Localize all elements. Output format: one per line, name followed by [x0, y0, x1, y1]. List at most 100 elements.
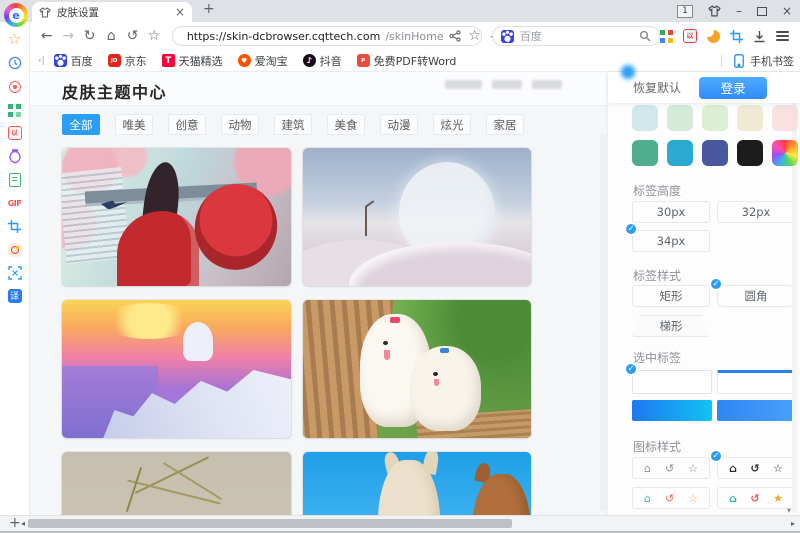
- minimize-button[interactable]: –: [736, 5, 742, 17]
- maximize-button[interactable]: [757, 7, 767, 16]
- close-window-button[interactable]: ×: [782, 5, 792, 17]
- browser-tab[interactable]: 皮肤设置 ×: [32, 2, 192, 22]
- icon-style-color-bold[interactable]: ⌂ ↺ ★: [717, 487, 795, 509]
- bookmark-jd[interactable]: JD京东: [108, 53, 147, 69]
- swatch[interactable]: [737, 105, 763, 131]
- theme-card-kimono-girl[interactable]: [62, 148, 291, 286]
- tab-aesthetic[interactable]: 唯美: [115, 114, 153, 135]
- night-mode-icon[interactable]: [707, 30, 720, 43]
- menu-icon[interactable]: [776, 31, 789, 41]
- reload-button[interactable]: ↻: [79, 29, 100, 43]
- browser-logo[interactable]: e: [4, 3, 28, 27]
- favorites-icon[interactable]: ☆: [7, 32, 22, 47]
- tab-home[interactable]: 家居: [486, 114, 524, 135]
- swatch[interactable]: [667, 105, 693, 131]
- sidebar-add-button[interactable]: +: [9, 515, 21, 531]
- translate-icon[interactable]: 译: [8, 289, 22, 303]
- crop-tool-icon[interactable]: [7, 219, 22, 234]
- tab-food[interactable]: 美食: [327, 114, 365, 135]
- selected-tab-style-topline[interactable]: [717, 370, 795, 394]
- bookmark-pdf2word[interactable]: P免费PDF转Word: [357, 53, 457, 69]
- forward-button[interactable]: →: [57, 29, 78, 43]
- option-30px[interactable]: 30px: [632, 201, 710, 223]
- swatch[interactable]: [772, 105, 798, 131]
- page-title: 皮肤主题中心: [62, 79, 167, 103]
- undo-icon: ↺: [665, 493, 674, 504]
- theme-card-puppies[interactable]: [303, 300, 531, 438]
- option-trapezoid[interactable]: 梯形: [632, 315, 710, 337]
- check-badge-icon-style: ✓: [709, 449, 723, 463]
- tab-close-icon[interactable]: ×: [175, 5, 185, 19]
- theme-card-desert-moon[interactable]: [303, 148, 531, 286]
- home-button[interactable]: ⌂: [100, 29, 121, 43]
- swatch-black[interactable]: [737, 140, 763, 166]
- swatch-green[interactable]: [632, 140, 658, 166]
- notes-icon[interactable]: [7, 172, 22, 187]
- option-34px[interactable]: 34px: [632, 230, 710, 252]
- ghost-pill: [492, 80, 522, 89]
- bookmark-page-icon[interactable]: ☆: [468, 29, 482, 43]
- bookmark-aitaobao[interactable]: ♥爱淘宝: [238, 53, 288, 69]
- scroll-left-arrow[interactable]: ◂: [21, 519, 25, 528]
- swatch[interactable]: [632, 105, 658, 131]
- tab-glow[interactable]: 炫光: [433, 114, 471, 135]
- option-32px[interactable]: 32px: [717, 201, 795, 223]
- restore-default-button[interactable]: 恢复默认: [633, 79, 681, 96]
- bookmark-douyin[interactable]: ♪抖音: [303, 53, 342, 69]
- address-bar[interactable]: https://skin-dcbrowser.cqttech.com/skinH…: [172, 26, 482, 46]
- icon-style-thin[interactable]: ⌂ ↺ ☆: [632, 457, 710, 479]
- login-button[interactable]: 登录: [699, 77, 767, 99]
- pdf-tool-icon[interactable]: 以: [683, 29, 697, 43]
- apps-icon[interactable]: [7, 103, 22, 118]
- theme-card-santorini[interactable]: [62, 300, 291, 438]
- option-rectangle[interactable]: 矩形: [632, 285, 710, 307]
- selected-tab-style-white[interactable]: [632, 370, 712, 394]
- phone-bookmarks[interactable]: 手机书签: [721, 53, 800, 69]
- scroll-right-arrow[interactable]: ▸: [791, 519, 795, 528]
- search-box[interactable]: 百度: [492, 26, 660, 46]
- bookmark-baidu[interactable]: 百度: [54, 53, 93, 69]
- selected-tab-style-gradient[interactable]: [632, 400, 712, 421]
- scan-icon[interactable]: [7, 265, 22, 280]
- tab-anime[interactable]: 动漫: [380, 114, 418, 135]
- icon-style-bold[interactable]: ⌂ ↺ ☆: [717, 457, 795, 479]
- option-rounded[interactable]: 圆角: [717, 285, 795, 307]
- share-icon[interactable]: [449, 30, 461, 42]
- swatch-rainbow[interactable]: [772, 140, 798, 166]
- swatch-indigo[interactable]: [702, 140, 728, 166]
- skin-theme-icon[interactable]: [708, 5, 721, 17]
- gif-tool-icon[interactable]: GIF: [7, 196, 22, 211]
- tab-architecture[interactable]: 建筑: [274, 114, 312, 135]
- download-icon[interactable]: [753, 30, 766, 43]
- swatch[interactable]: [702, 105, 728, 131]
- titlebar: 皮肤设置 × + 1 – ×: [0, 0, 800, 22]
- tab-title: 皮肤设置: [57, 5, 169, 20]
- bookmark-tmall[interactable]: T天猫精选: [162, 53, 223, 69]
- tab-creative[interactable]: 创意: [168, 114, 206, 135]
- new-tab-button[interactable]: +: [203, 1, 215, 17]
- lantern-icon[interactable]: [7, 149, 22, 164]
- back-button[interactable]: ←: [36, 29, 57, 43]
- record-icon[interactable]: [7, 79, 22, 94]
- history-clock-icon[interactable]: [7, 56, 22, 71]
- pdf-reader-icon[interactable]: 以: [8, 126, 22, 140]
- swatch-cyan[interactable]: [667, 140, 693, 166]
- restore-tab-button[interactable]: ↺: [122, 29, 143, 43]
- tab-all[interactable]: 全部: [62, 114, 100, 135]
- weibo-icon[interactable]: [8, 243, 22, 257]
- phone-icon: [734, 54, 744, 68]
- panel-scroll-down-icon[interactable]: ▾: [787, 506, 791, 515]
- selected-tab-style-blue[interactable]: [717, 400, 795, 421]
- scrollbar-thumb[interactable]: [28, 519, 512, 528]
- window-count-badge[interactable]: 1: [677, 5, 693, 18]
- collapse-bookmarks-icon[interactable]: ‹|: [38, 56, 45, 66]
- apps-grid-icon[interactable]: [660, 30, 673, 43]
- screenshot-icon[interactable]: [730, 30, 743, 43]
- tab-animal[interactable]: 动物: [221, 114, 259, 135]
- main-scrollbar[interactable]: [600, 134, 606, 511]
- icon-style-color-thin[interactable]: ⌂ ↺ ☆: [632, 487, 710, 509]
- favorites-button[interactable]: ☆: [143, 29, 164, 43]
- search-icon[interactable]: [639, 30, 651, 42]
- theme-card-vase[interactable]: [62, 452, 291, 515]
- theme-card-alpacas[interactable]: [303, 452, 531, 515]
